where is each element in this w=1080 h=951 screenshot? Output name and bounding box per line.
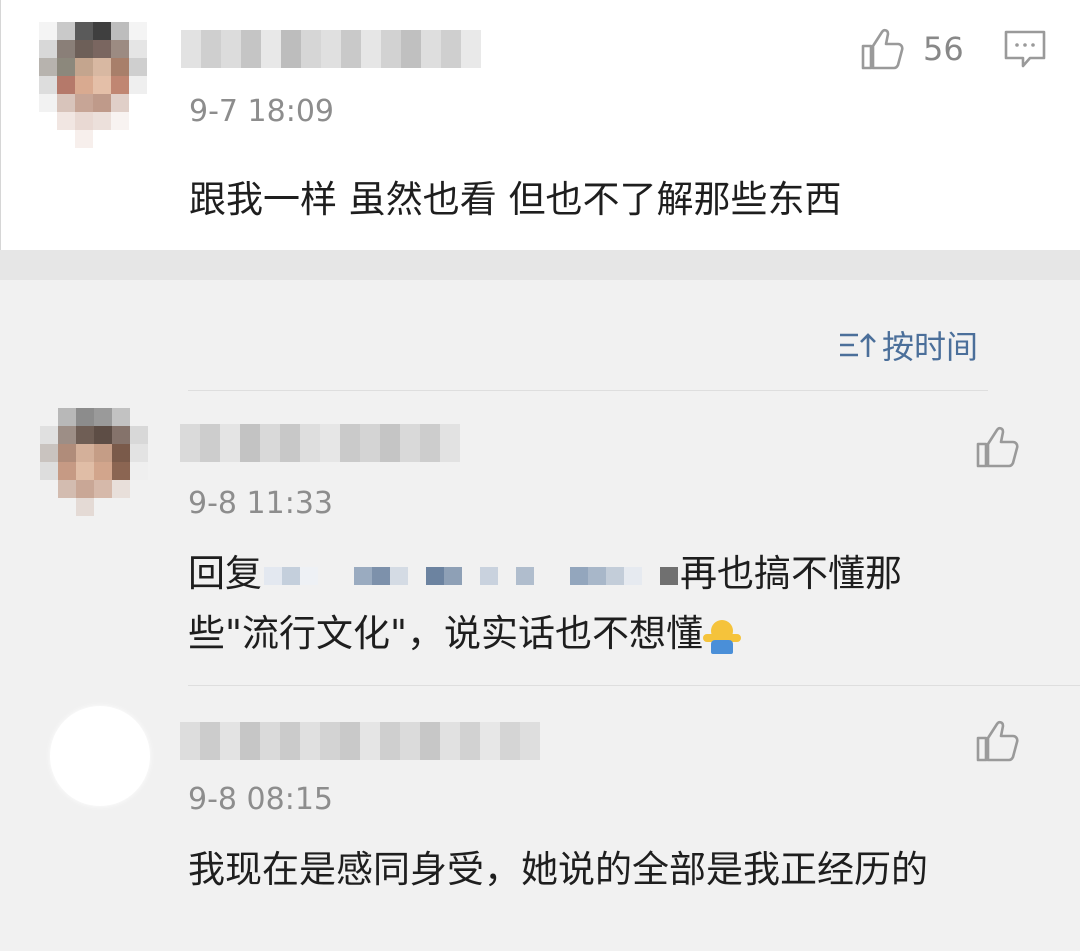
hug-emoji-icon: [703, 618, 742, 654]
sort-by-time-toggle[interactable]: 按时间: [838, 322, 978, 368]
avatar[interactable]: [40, 408, 148, 526]
thumbs-up-icon[interactable]: [974, 718, 1020, 764]
avatar[interactable]: [39, 22, 147, 148]
divider: [188, 685, 1080, 686]
reply-text: 回复 再也搞不懂那 些"流行文化"，说实话也不想懂: [188, 544, 1008, 664]
section-divider: [0, 250, 1080, 280]
avatar[interactable]: [50, 706, 150, 806]
username[interactable]: [180, 424, 460, 462]
sort-time-icon: [840, 333, 876, 357]
reply-prefix: 回复: [188, 552, 262, 595]
thumbs-up-icon[interactable]: [859, 26, 905, 72]
divider: [188, 390, 988, 391]
reply-line1-tail: 再也搞不懂那: [680, 552, 902, 595]
username[interactable]: [181, 30, 481, 68]
reply-timestamp: 9-8 11:33: [188, 486, 333, 521]
sort-label: 按时间: [882, 328, 979, 366]
mentioned-user[interactable]: [264, 556, 678, 596]
like-count: 56: [923, 30, 964, 68]
comment-bubble-icon[interactable]: [1003, 28, 1047, 72]
comment-timestamp: 9-7 18:09: [189, 94, 334, 129]
comment-text: 跟我一样 虽然也看 但也不了解那些东西: [189, 178, 842, 221]
thumbs-up-icon[interactable]: [974, 424, 1020, 470]
username[interactable]: [180, 722, 540, 760]
reply-timestamp: 9-8 08:15: [188, 782, 333, 817]
reply-line2: 些"流行文化"，说实话也不想懂: [188, 612, 704, 655]
reply-text: 我现在是感同身受，她说的全部是我正经历的: [188, 848, 928, 891]
main-comment: 9-7 18:09 跟我一样 虽然也看 但也不了解那些东西 56: [0, 0, 1080, 250]
